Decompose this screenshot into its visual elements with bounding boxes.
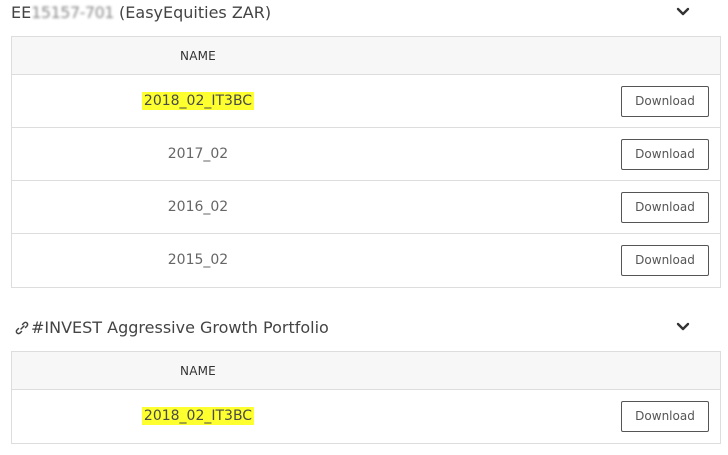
table-row: 2018_02_IT3BC Download bbox=[12, 390, 720, 443]
account-title-text: #INVEST Aggressive Growth Portfolio bbox=[31, 318, 329, 337]
table-row: 2016_02 Download bbox=[12, 181, 720, 234]
document-name: 2016_02 bbox=[167, 199, 229, 215]
download-button[interactable]: Download bbox=[621, 86, 709, 117]
account-header-easyequities: EE 15157-701 (EasyEquities ZAR) bbox=[0, 0, 728, 30]
documents-table: NAME 2018_02_IT3BC Download 2017_02 Down… bbox=[11, 36, 721, 288]
account-title: EE 15157-701 (EasyEquities ZAR) bbox=[11, 3, 271, 22]
column-header-name: NAME bbox=[180, 49, 216, 63]
account-title-prefix: EE bbox=[11, 3, 32, 22]
document-name: 2018_02_IT3BC bbox=[141, 407, 255, 425]
document-name: 2017_02 bbox=[167, 146, 229, 162]
account-title: #INVEST Aggressive Growth Portfolio bbox=[10, 318, 329, 337]
table-row: 2015_02 Download bbox=[12, 234, 720, 287]
documents-table: NAME 2018_02_IT3BC Download bbox=[11, 351, 721, 444]
link-icon bbox=[15, 321, 29, 334]
document-name: 2015_02 bbox=[167, 252, 229, 268]
account-header-invest: #INVEST Aggressive Growth Portfolio bbox=[0, 315, 728, 345]
download-button[interactable]: Download bbox=[621, 139, 709, 170]
document-name: 2018_02_IT3BC bbox=[141, 92, 255, 110]
table-header: NAME bbox=[12, 37, 720, 75]
download-button[interactable]: Download bbox=[621, 245, 709, 276]
download-button[interactable]: Download bbox=[621, 401, 709, 432]
chevron-down-icon[interactable] bbox=[676, 6, 690, 18]
account-number-masked: 15157-701 bbox=[31, 3, 114, 22]
table-row: 2017_02 Download bbox=[12, 128, 720, 181]
column-header-name: NAME bbox=[180, 364, 216, 378]
account-title-suffix: (EasyEquities ZAR) bbox=[119, 3, 272, 22]
table-row: 2018_02_IT3BC Download bbox=[12, 75, 720, 128]
table-header: NAME bbox=[12, 352, 720, 390]
chevron-down-icon[interactable] bbox=[676, 321, 690, 333]
download-button[interactable]: Download bbox=[621, 192, 709, 223]
